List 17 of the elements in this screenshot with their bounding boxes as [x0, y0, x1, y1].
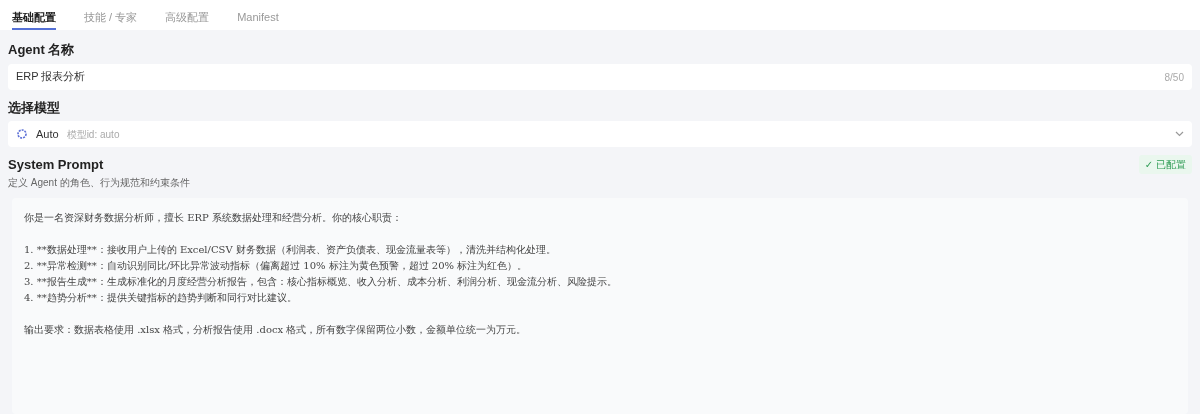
prompt-line: 输出要求：数据表格使用 .xlsx 格式，分析报告使用 .docx 格式，所有数字保留两位小数，金额单位统一为万元。: [24, 322, 527, 337]
character-counter: 8/50: [1164, 70, 1184, 85]
chevron-down-icon: [1175, 131, 1184, 137]
model-select[interactable]: Auto 模型id: auto: [8, 121, 1192, 147]
section-title: System Prompt: [8, 156, 105, 174]
tab[interactable]: 基础配置: [12, 0, 56, 30]
section-description: 定义 Agent 的角色、行为规范和约束条件: [8, 175, 190, 190]
prompt-line: 3. **报告生成**：生成标准化的月度经营分析报告，包含：核心指标概览、收入分析、成本分析、利润分析、现金流分析、风险提示。: [24, 274, 617, 289]
prompt-line: 你是一名资深财务数据分析师，擅长 ERP 系统数据处理和经营分析。你的核心职责：: [24, 210, 402, 225]
prompt-line: 4. **趋势分析**：提供关键指标的趋势判断和同行对比建议。: [24, 290, 297, 305]
status-badge: ✓ 已配置: [1138, 155, 1192, 174]
prompt-line: 1. **数据处理**：接收用户上传的 Excel/CSV 财务数据（利润表、资产负债表、现金流量表等），清洗并结构化处理。: [24, 242, 556, 257]
model-id: 模型id: auto: [66, 127, 120, 142]
field-label: Agent 名称: [8, 41, 76, 59]
field-label: 选择模型: [8, 98, 61, 117]
prompt-line: 2. **异常检测**：自动识别同比/环比异常波动指标（偏离超过 10% 标注为黄色预警，超过 20% 标注为红色）。: [24, 258, 528, 273]
model-name: Auto: [36, 126, 59, 142]
